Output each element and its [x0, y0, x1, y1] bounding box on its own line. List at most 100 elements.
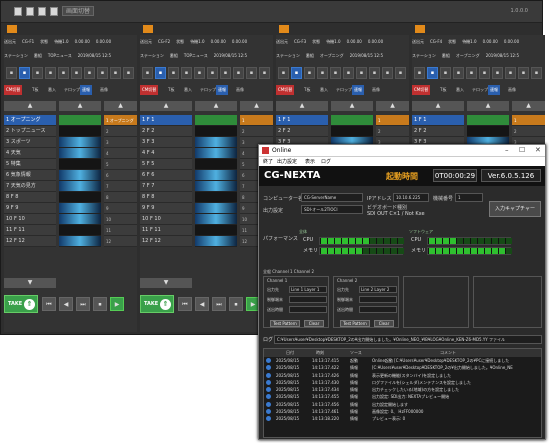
- menu-output[interactable]: 出力設定: [277, 158, 297, 165]
- log-row[interactable]: 2025/08/15 14:13:17.461 情報 画像設定: 0、 HzFF000…: [264, 408, 541, 415]
- category-tab[interactable]: 画像: [506, 85, 518, 95]
- category-tab[interactable]: T板: [30, 85, 40, 95]
- info-icon[interactable]: ▪: [233, 67, 244, 79]
- category-tab[interactable]: 番入: [454, 85, 466, 95]
- thumbnail[interactable]: [331, 126, 373, 137]
- grid-icon[interactable]: ▪: [278, 67, 289, 79]
- thumbnail[interactable]: [59, 137, 101, 148]
- up-arrow-icon[interactable]: ▲: [104, 101, 137, 111]
- pane-item[interactable]: 2: [512, 126, 545, 137]
- screen-switch-button[interactable]: 画面切替: [62, 6, 94, 16]
- capture-button[interactable]: 入力キャプチャー: [489, 201, 541, 217]
- thumbnail[interactable]: [59, 214, 101, 225]
- menu-view[interactable]: 表示: [305, 158, 315, 165]
- list-item[interactable]: 1 オープニング: [4, 115, 56, 126]
- mail-icon[interactable]: ▪: [440, 67, 451, 79]
- play-icon[interactable]: ▪: [207, 67, 218, 79]
- up-arrow-icon[interactable]: ▲: [512, 101, 545, 111]
- list-item[interactable]: 1 F 1: [412, 115, 464, 126]
- pane-item[interactable]: 5: [104, 159, 137, 170]
- thumbnail[interactable]: [195, 148, 237, 159]
- play-icon[interactable]: ▪: [343, 67, 354, 79]
- list-item[interactable]: 7 F 7: [140, 181, 192, 192]
- back-icon[interactable]: ▪: [453, 67, 464, 79]
- skip-icon[interactable]: ▪: [58, 67, 69, 79]
- step-back-icon[interactable]: ◀: [59, 297, 73, 311]
- log-row[interactable]: 2025/08/15 14:13:17.456 情報 出力設定開始します: [264, 401, 541, 408]
- thumbnail[interactable]: [195, 192, 237, 203]
- pane-item[interactable]: 2: [104, 126, 137, 137]
- category-tab[interactable]: CM切替: [4, 85, 23, 95]
- layout-3-button[interactable]: [38, 7, 46, 16]
- thumbnail[interactable]: [195, 236, 237, 247]
- take-button[interactable]: TAKE⇑: [4, 295, 38, 313]
- thumbnail[interactable]: [195, 214, 237, 225]
- step-back-icon[interactable]: ◀: [195, 297, 209, 311]
- next-icon[interactable]: ⏭: [212, 297, 226, 311]
- list-item[interactable]: 5 F 5: [140, 159, 192, 170]
- thumbnail[interactable]: [59, 159, 101, 170]
- list-item[interactable]: 4 天気: [4, 148, 56, 159]
- list-item[interactable]: 1 F 1: [276, 115, 328, 126]
- list-item[interactable]: 8 F 8: [4, 192, 56, 203]
- prev-icon[interactable]: ⏮: [42, 297, 56, 311]
- category-tab[interactable]: テロップ: [334, 85, 354, 95]
- ch2-output-field[interactable]: Line 2 Layer 2: [359, 286, 397, 293]
- list-item[interactable]: 3 F 3: [140, 137, 192, 148]
- list-icon[interactable]: ▪: [427, 67, 438, 79]
- layout-1-button[interactable]: [14, 7, 22, 16]
- category-tab[interactable]: 速報: [216, 85, 228, 95]
- log-row[interactable]: 2025/08/15 14:13:17.426 情報 表示更新の機能(スタンバイ)を設…: [264, 372, 541, 379]
- up-arrow-icon[interactable]: ▲: [276, 101, 328, 111]
- log-row[interactable]: 2025/08/15 14:13:17.455 情報 出力設定: SDI出力: NEX…: [264, 393, 541, 400]
- mail-icon[interactable]: ▪: [304, 67, 315, 79]
- pane-item[interactable]: 1: [240, 115, 273, 126]
- thumbnail[interactable]: [195, 225, 237, 236]
- up-arrow-icon[interactable]: ▲: [59, 101, 101, 111]
- list-item[interactable]: 10 F 10: [4, 214, 56, 225]
- pane-item[interactable]: 7: [104, 181, 137, 192]
- category-tab[interactable]: T板: [166, 85, 176, 95]
- list-item[interactable]: 5 特集: [4, 159, 56, 170]
- prev-icon[interactable]: ⏮: [178, 297, 192, 311]
- category-tab[interactable]: 画像: [370, 85, 382, 95]
- category-tab[interactable]: CM切替: [276, 85, 295, 95]
- list-item[interactable]: 2 トップニュース: [4, 126, 56, 137]
- close-icon[interactable]: ✕: [535, 146, 541, 154]
- grid-icon[interactable]: ▪: [142, 67, 153, 79]
- list-item[interactable]: 6 F 6: [140, 170, 192, 181]
- search-icon[interactable]: ▪: [220, 67, 231, 79]
- play-icon[interactable]: ▶: [110, 297, 124, 311]
- play-icon[interactable]: ▪: [71, 67, 82, 79]
- thumbnail[interactable]: [467, 126, 509, 137]
- channel-tabs[interactable]: 全般 Channel 1 Channel 2: [263, 269, 314, 275]
- pane-item[interactable]: 1 オープニング: [104, 115, 137, 126]
- ch2-clear-button[interactable]: Clear: [374, 320, 394, 327]
- category-tab[interactable]: T板: [438, 85, 448, 95]
- thumbnail[interactable]: [195, 181, 237, 192]
- category-tab[interactable]: 速報: [80, 85, 92, 95]
- layout-4-button[interactable]: [50, 7, 58, 16]
- down-arrow-icon[interactable]: ▼: [140, 278, 192, 288]
- list-item[interactable]: 9 F 9: [4, 203, 56, 214]
- swap-icon[interactable]: ▪: [382, 67, 393, 79]
- info-icon[interactable]: ▪: [369, 67, 380, 79]
- up-arrow-icon[interactable]: ▲: [140, 101, 192, 111]
- ch1-time-field[interactable]: [289, 306, 327, 313]
- category-tab[interactable]: T板: [302, 85, 312, 95]
- thumbnail[interactable]: [59, 115, 101, 126]
- swap-icon[interactable]: ▪: [246, 67, 257, 79]
- category-tab[interactable]: CM切替: [140, 85, 159, 95]
- category-tab[interactable]: 速報: [488, 85, 500, 95]
- ch1-clear-button[interactable]: Clear: [304, 320, 324, 327]
- category-tab[interactable]: テロップ: [198, 85, 218, 95]
- skip-icon[interactable]: ▪: [466, 67, 477, 79]
- log-row[interactable]: 2025/08/15 14:13:18.220 情報 プレビュー表示: 0: [264, 415, 541, 422]
- pane-item[interactable]: 6: [104, 170, 137, 181]
- thumbnail[interactable]: [59, 181, 101, 192]
- play-icon[interactable]: ▪: [479, 67, 490, 79]
- next-icon[interactable]: ⏭: [76, 297, 90, 311]
- list-item[interactable]: 6 気象情報: [4, 170, 56, 181]
- up-arrow-icon[interactable]: ▲: [195, 101, 237, 111]
- thumbnail[interactable]: [59, 192, 101, 203]
